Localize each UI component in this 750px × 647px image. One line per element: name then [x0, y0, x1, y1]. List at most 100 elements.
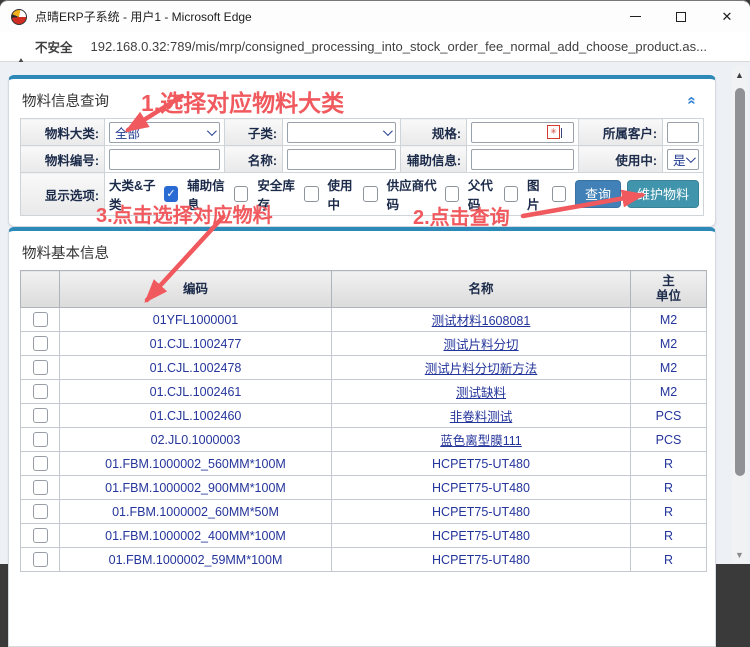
row-select-cell — [21, 404, 60, 428]
display-option-checkbox[interactable] — [304, 186, 318, 202]
row-checkbox[interactable] — [33, 456, 48, 471]
row-checkbox[interactable] — [33, 504, 48, 519]
display-option-checkbox[interactable] — [552, 186, 566, 202]
row-name-link[interactable]: 测试缺料 — [456, 386, 506, 400]
row-name-link[interactable]: HCPET75-UT480 — [432, 481, 530, 495]
row-code-link[interactable]: 01.CJL.1002461 — [150, 385, 242, 399]
row-unit: PCS — [656, 433, 682, 447]
row-name-link[interactable]: HCPET75-UT480 — [432, 457, 530, 471]
display-option[interactable]: 使用中 — [328, 175, 378, 213]
name-column-header: 名称 — [332, 271, 631, 308]
row-unit: R — [664, 505, 673, 519]
row-select-cell — [21, 476, 60, 500]
row-checkbox[interactable] — [33, 408, 48, 423]
row-name-link[interactable]: HCPET75-UT480 — [432, 529, 530, 543]
scroll-up-icon[interactable]: ▲ — [732, 68, 747, 82]
not-secure-warning-icon: ! — [14, 41, 28, 53]
annotation-step3: 3.点击选择对应物料 — [96, 199, 273, 228]
material-no-label: 物料编号: — [21, 146, 105, 173]
maximize-button[interactable] — [658, 1, 704, 32]
query-button[interactable]: 查询 — [575, 180, 621, 208]
material-category-select[interactable]: 全部 — [109, 122, 220, 143]
row-name-link[interactable]: 非卷料测试 — [450, 410, 513, 424]
collapse-panel-icon[interactable]: « — [684, 96, 699, 104]
row-code-link[interactable]: 01.CJL.1002460 — [150, 409, 242, 423]
row-select-cell — [21, 332, 60, 356]
in-use-select[interactable]: 是 — [667, 149, 699, 170]
row-code-link[interactable]: 01.CJL.1002477 — [150, 337, 242, 351]
page-content: 物料信息查询 « 物料大类: 全部 子类: — [0, 62, 750, 564]
scrollbar-thumb[interactable] — [735, 88, 745, 476]
row-name-link[interactable]: 蓝色离型膜111 — [440, 434, 522, 448]
row-unit: R — [664, 481, 673, 495]
row-name-link[interactable]: HCPET75-UT480 — [432, 505, 530, 519]
material-info-panel: 物料基本信息 编码 名称 主 单位 — [8, 227, 716, 647]
row-checkbox[interactable] — [33, 528, 48, 543]
url-text[interactable]: 192.168.0.32:789/mis/mrp/consigned_proce… — [91, 39, 707, 54]
address-bar[interactable]: ! 不安全 192.168.0.32:789/mis/mrp/consigned… — [0, 32, 750, 62]
material-table-body: 01YFL1000001 测试材料1608081 M2 01.CJL.10024… — [21, 308, 707, 572]
select-column-header — [21, 271, 60, 308]
display-option-label: 图片 — [527, 175, 549, 213]
annotation-step2: 2.点击查询 — [413, 201, 510, 230]
minimize-button[interactable] — [612, 1, 658, 32]
row-name-link[interactable]: 测试材料1608081 — [432, 314, 531, 328]
row-checkbox[interactable] — [33, 312, 48, 327]
row-unit: R — [664, 457, 673, 471]
customer-input[interactable] — [667, 122, 699, 143]
row-select-cell — [21, 548, 60, 572]
row-name-link[interactable]: 测试片料分切新方法 — [425, 362, 538, 376]
maximize-icon — [676, 12, 686, 22]
chevron-down-icon — [207, 126, 217, 136]
display-option-checkbox[interactable] — [504, 186, 518, 202]
row-code-link[interactable]: 01.FBM.1000002_400MM*100M — [105, 529, 286, 543]
row-code-link[interactable]: 01.FBM.1000002_59MM*100M — [109, 553, 283, 567]
result-panel-title: 物料基本信息 — [22, 242, 109, 263]
aux-info-input[interactable] — [471, 149, 574, 170]
display-option[interactable]: 图片 — [527, 175, 566, 213]
material-table: 编码 名称 主 单位 01YFL1000001 测试材料1608081 M2 0… — [20, 270, 707, 572]
row-code-link[interactable]: 01YFL1000001 — [153, 313, 239, 327]
display-option-checkbox[interactable] — [363, 186, 377, 202]
row-code-link[interactable]: 01.FBM.1000002_900MM*100M — [105, 481, 286, 495]
row-code-link[interactable]: 01.FBM.1000002_560MM*100M — [105, 457, 286, 471]
row-checkbox[interactable] — [33, 384, 48, 399]
row-checkbox[interactable] — [33, 552, 48, 567]
table-row: 01.FBM.1000002_60MM*50M HCPET75-UT480 R — [21, 500, 707, 524]
row-unit: M2 — [660, 361, 677, 375]
row-unit: M2 — [660, 313, 677, 327]
app-favicon-icon — [11, 9, 27, 25]
material-category-label: 物料大类: — [21, 119, 105, 146]
table-row: 01.CJL.1002477 测试片料分切 M2 — [21, 332, 707, 356]
subcategory-select[interactable] — [287, 122, 396, 143]
row-checkbox[interactable] — [33, 360, 48, 375]
table-row: 01.FBM.1000002_900MM*100M HCPET75-UT480 … — [21, 476, 707, 500]
row-unit: PCS — [656, 409, 682, 423]
table-row: 02.JL0.1000003 蓝色离型膜111 PCS — [21, 428, 707, 452]
table-row: 01.FBM.1000002_59MM*100M HCPET75-UT480 R — [21, 548, 707, 572]
row-unit: R — [664, 553, 673, 567]
row-code-link[interactable]: 01.FBM.1000002_60MM*50M — [112, 505, 279, 519]
window-title: 点晴ERP子系统 - 用户1 - Microsoft Edge — [35, 8, 252, 25]
row-checkbox[interactable] — [33, 480, 48, 495]
row-checkbox[interactable] — [33, 336, 48, 351]
broken-image-icon: ✳ — [547, 125, 560, 139]
table-row: 01.CJL.1002460 非卷料测试 PCS — [21, 404, 707, 428]
row-name-link[interactable]: HCPET75-UT480 — [432, 553, 530, 567]
chevron-down-icon — [383, 126, 393, 136]
row-checkbox[interactable] — [33, 432, 48, 447]
close-button[interactable]: ✕ — [704, 1, 750, 32]
row-code-link[interactable]: 02.JL0.1000003 — [151, 433, 241, 447]
material-no-input[interactable] — [109, 149, 220, 170]
annotation-step1: 1.选择对应物料大类 — [141, 84, 344, 118]
row-code-link[interactable]: 01.CJL.1002478 — [150, 361, 242, 375]
page-scrollbar[interactable]: ▲ ▼ — [732, 66, 747, 563]
maintain-material-button[interactable]: 维护物料 — [627, 180, 699, 208]
row-select-cell — [21, 452, 60, 476]
table-row: 01.FBM.1000002_560MM*100M HCPET75-UT480 … — [21, 452, 707, 476]
row-unit: M2 — [660, 337, 677, 351]
scroll-down-icon[interactable]: ▼ — [732, 548, 747, 562]
row-name-link[interactable]: 测试片料分切 — [443, 338, 518, 352]
display-option-checkbox[interactable] — [445, 186, 459, 202]
name-input[interactable] — [287, 149, 396, 170]
